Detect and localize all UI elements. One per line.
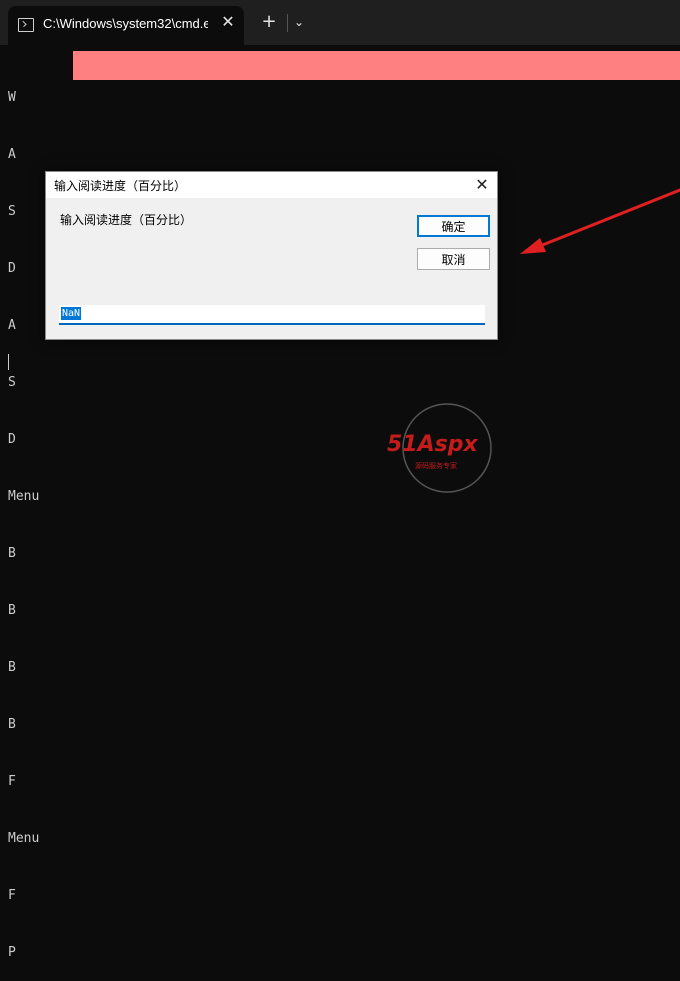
console-line: B [8, 546, 16, 561]
console-line: F [8, 888, 16, 903]
console-line: A [8, 318, 16, 333]
console-line: Menu [8, 831, 40, 846]
console-line: W [8, 90, 16, 105]
console-output: W A S D A S D Menu B B B B F Menu F P [8, 50, 39, 981]
input-value: NaN [61, 307, 82, 320]
text-cursor [8, 354, 9, 370]
dialog-titlebar[interactable]: 输入阅读进度（百分比） ✕ [46, 172, 497, 198]
progress-bar [73, 51, 680, 80]
tab-close-icon[interactable]: ✕ [218, 12, 238, 32]
dialog-title: 输入阅读进度（百分比） [54, 179, 187, 193]
console-line: B [8, 717, 16, 732]
console-line: F [8, 774, 16, 789]
tab-separator [287, 14, 288, 32]
console-line: D [8, 261, 16, 276]
progress-input[interactable]: NaN [59, 305, 485, 325]
input-dialog: 输入阅读进度（百分比） ✕ 输入阅读进度（百分比） 确定 取消 NaN [45, 171, 498, 340]
tab-title: C:\Windows\system32\cmd.e: [43, 16, 208, 31]
terminal-icon [18, 18, 34, 32]
ok-button[interactable]: 确定 [417, 215, 490, 237]
tab-cmd[interactable]: C:\Windows\system32\cmd.e: ✕ [8, 6, 244, 45]
console-line: B [8, 603, 16, 618]
close-icon[interactable]: ✕ [472, 175, 492, 195]
cancel-button[interactable]: 取消 [417, 248, 490, 270]
console-line: Menu [8, 489, 40, 504]
new-tab-button[interactable]: + [259, 12, 279, 32]
console-line: A [8, 147, 16, 162]
annotation-arrow [520, 188, 680, 254]
console-line: D [8, 432, 16, 447]
watermark-brand: 51Aspx [387, 432, 478, 457]
console-line: B [8, 660, 16, 675]
console-line: S [8, 375, 16, 390]
watermark-logo: 51Aspx 源码服务专家 [385, 402, 515, 494]
console-line: S [8, 204, 16, 219]
chevron-down-icon[interactable]: ⌄ [290, 12, 308, 32]
watermark-subtitle: 源码服务专家 [415, 462, 457, 470]
dialog-prompt: 输入阅读进度（百分比） [60, 213, 193, 227]
console-line: P [8, 945, 16, 960]
terminal-titlebar: C:\Windows\system32\cmd.e: ✕ + ⌄ [0, 0, 680, 45]
